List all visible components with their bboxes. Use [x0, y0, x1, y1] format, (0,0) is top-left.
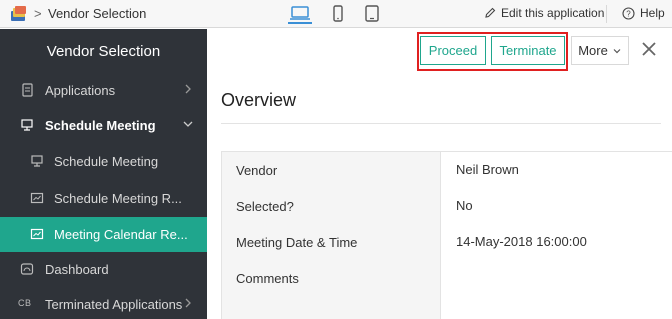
presentation-icon	[31, 155, 43, 167]
edit-application-link[interactable]: Edit this application	[484, 6, 604, 20]
section-title: Overview	[221, 90, 297, 110]
field-value-meeting-date-time: 14-May-2018 16:00:00	[456, 234, 587, 249]
sidebar: Vendor Selection Applications Schedule M…	[0, 29, 207, 319]
sidebar-item-schedule-meeting-form[interactable]: Schedule Meeting	[0, 144, 207, 179]
field-label-vendor: Vendor	[236, 163, 278, 178]
sidebar-item-label: Dashboard	[45, 262, 109, 277]
presentation-icon	[21, 119, 33, 131]
breadcrumb-separator: >	[34, 6, 42, 21]
proceed-button[interactable]: Proceed	[420, 36, 486, 65]
app-title[interactable]: Vendor Selection	[48, 6, 146, 21]
field-value-selected: No	[456, 198, 473, 213]
laptop-icon[interactable]	[288, 4, 312, 24]
svg-text:?: ?	[626, 9, 631, 18]
mobile-icon[interactable]	[326, 4, 350, 24]
field-label-meeting-date-time: Meeting Date & Time	[236, 235, 358, 250]
sidebar-item-label: Schedule Meeting	[54, 154, 159, 169]
sidebar-item-label: Terminated Applications	[45, 297, 183, 312]
sidebar-item-label: Applications	[45, 83, 116, 98]
top-bar: > Vendor Selection Edit this application…	[0, 0, 672, 28]
sidebar-title: Vendor Selection	[46, 42, 161, 60]
sidebar-item-schedule-meeting-report[interactable]: Schedule Meeting R...	[0, 181, 207, 216]
section-divider	[221, 123, 661, 124]
field-label-comments: Comments	[236, 271, 299, 286]
chevron-down-icon	[183, 121, 193, 127]
sidebar-item-dashboard[interactable]: Dashboard	[0, 252, 207, 287]
report-icon	[30, 192, 44, 204]
edit-application-label: Edit this application	[501, 6, 605, 20]
chevron-down-icon	[613, 48, 621, 53]
help-icon: ?	[622, 6, 635, 20]
sidebar-item-schedule-meeting[interactable]: Schedule Meeting	[0, 108, 207, 143]
app-logo-icon[interactable]	[10, 6, 28, 22]
more-label: More	[578, 43, 608, 58]
record-details: Vendor Neil Brown Selected? No Meeting D…	[221, 151, 672, 319]
pencil-icon	[485, 7, 496, 18]
sidebar-item-terminated-applications[interactable]: CB Terminated Applications	[0, 287, 207, 319]
topbar-divider	[606, 5, 607, 23]
chevron-right-icon	[185, 84, 191, 94]
field-label-selected: Selected?	[236, 199, 294, 214]
help-link[interactable]: ? Help	[622, 6, 665, 20]
sidebar-item-label: Schedule Meeting	[45, 118, 156, 133]
terminate-button[interactable]: Terminate	[491, 36, 565, 65]
cb-icon: CB	[18, 298, 32, 308]
sidebar-item-applications[interactable]: Applications	[0, 73, 207, 108]
document-icon	[22, 83, 33, 97]
field-value-vendor: Neil Brown	[456, 162, 519, 177]
dashboard-icon	[20, 263, 34, 275]
sidebar-item-meeting-calendar-report[interactable]: Meeting Calendar Re...	[0, 217, 207, 252]
sidebar-item-label: Schedule Meeting R...	[54, 191, 182, 206]
chevron-right-icon	[185, 298, 191, 308]
sidebar-item-label: Meeting Calendar Re...	[54, 227, 188, 242]
report-icon	[30, 228, 44, 240]
help-label: Help	[640, 6, 665, 20]
close-icon[interactable]	[640, 40, 658, 58]
more-button[interactable]: More	[571, 36, 629, 65]
tablet-icon[interactable]	[360, 4, 384, 24]
